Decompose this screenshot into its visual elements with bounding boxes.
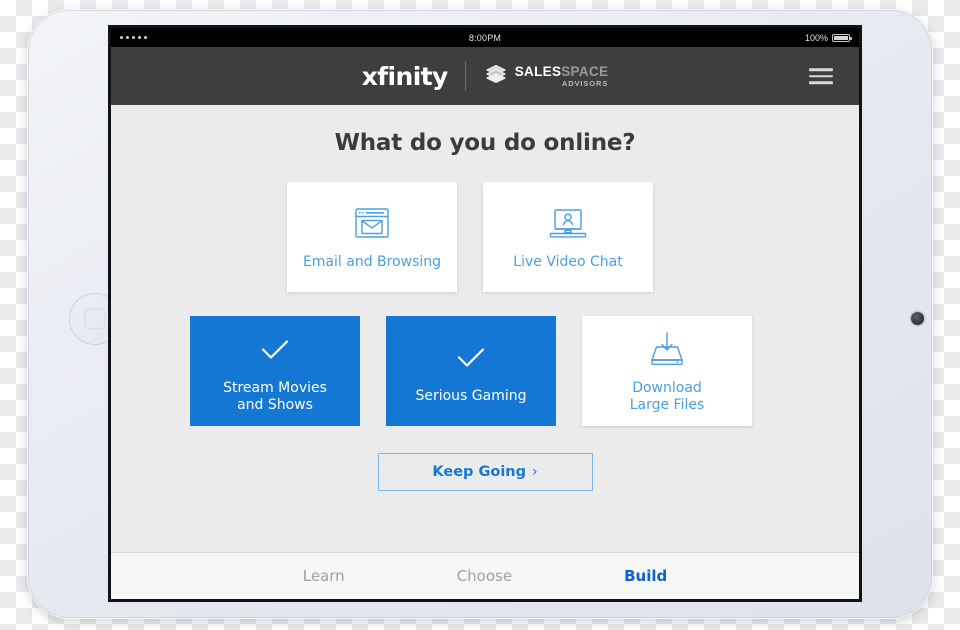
option-card-download-large-files[interactable]: Download Large Files — [582, 316, 752, 426]
option-label: Email and Browsing — [302, 254, 442, 271]
stacked-layers-icon — [483, 61, 509, 92]
option-label-line1: Download — [632, 379, 702, 396]
status-bar-time: 8:00PM — [468, 32, 502, 43]
transparency-backdrop: 8:00PM 100% xfinity SALESSPACE ADVISORS … — [0, 0, 960, 630]
nav-item-build[interactable]: Build — [624, 567, 667, 585]
salesspace-advisors-logo: SALESSPACE ADVISORS — [483, 61, 609, 92]
laptop-person-icon — [546, 202, 590, 246]
option-card-email-and-browsing[interactable]: Email and Browsing — [287, 182, 457, 292]
checkmark-icon — [452, 336, 490, 380]
hamburger-menu-icon[interactable] — [809, 68, 833, 84]
brand-divider — [464, 61, 466, 91]
chevron-right-icon: › — [532, 464, 538, 480]
keep-going-label: Keep Going — [432, 464, 526, 480]
brand-group: xfinity SALESSPACE ADVISORS — [362, 61, 609, 92]
option-label-line1: Stream Movies — [223, 379, 327, 396]
main-content: What do you do online? Email and Browsin… — [111, 105, 859, 552]
page-title: What do you do online? — [334, 130, 636, 156]
option-label: Download Large Files — [630, 380, 705, 415]
nav-item-learn[interactable]: Learn — [303, 567, 345, 585]
option-card-serious-gaming[interactable]: Serious Gaming — [386, 316, 556, 426]
ios-status-bar: 8:00PM 100% — [111, 28, 859, 47]
ipad-screen: 8:00PM 100% xfinity SALESSPACE ADVISORS … — [111, 28, 859, 599]
option-card-stream-movies-and-shows[interactable]: Stream Movies and Shows — [190, 316, 360, 426]
option-label: Serious Gaming — [415, 388, 527, 405]
nav-item-choose[interactable]: Choose — [457, 567, 512, 585]
xfinity-logo: xfinity — [361, 61, 449, 91]
browser-envelope-icon — [351, 202, 393, 246]
ipad-front-camera — [911, 312, 924, 325]
option-label-line2: and Shows — [237, 397, 313, 413]
option-label: Live Video Chat — [513, 254, 623, 271]
battery-percent-label: 100% — [804, 32, 828, 43]
status-bar-battery-group: 100% — [804, 32, 852, 43]
bottom-navigation: Learn Choose Build — [111, 552, 859, 599]
options-row-2: Stream Movies and Shows Serious Gaming D… — [190, 316, 780, 426]
logo-text-sales: SALES — [514, 63, 562, 79]
logo-text-space: SPACE — [561, 63, 609, 79]
logo-text-advisors: ADVISORS — [561, 79, 609, 88]
checkmark-icon — [256, 328, 294, 372]
app-header: xfinity SALESSPACE ADVISORS — [111, 47, 859, 105]
option-card-live-video-chat[interactable]: Live Video Chat — [483, 182, 653, 292]
option-label: Stream Movies and Shows — [223, 380, 327, 415]
battery-icon — [832, 33, 852, 42]
salesspace-wordmark: SALESSPACE ADVISORS — [514, 63, 609, 88]
options-row-1: Email and Browsing Live Video Chat — [190, 182, 780, 292]
keep-going-button[interactable]: Keep Going › — [377, 453, 593, 491]
download-drive-icon — [645, 328, 689, 372]
option-label-line2: Large Files — [629, 397, 705, 413]
options-grid: Email and Browsing Live Video Chat Strea… — [190, 182, 780, 426]
ipad-device-frame: 8:00PM 100% xfinity SALESSPACE ADVISORS … — [27, 9, 933, 619]
